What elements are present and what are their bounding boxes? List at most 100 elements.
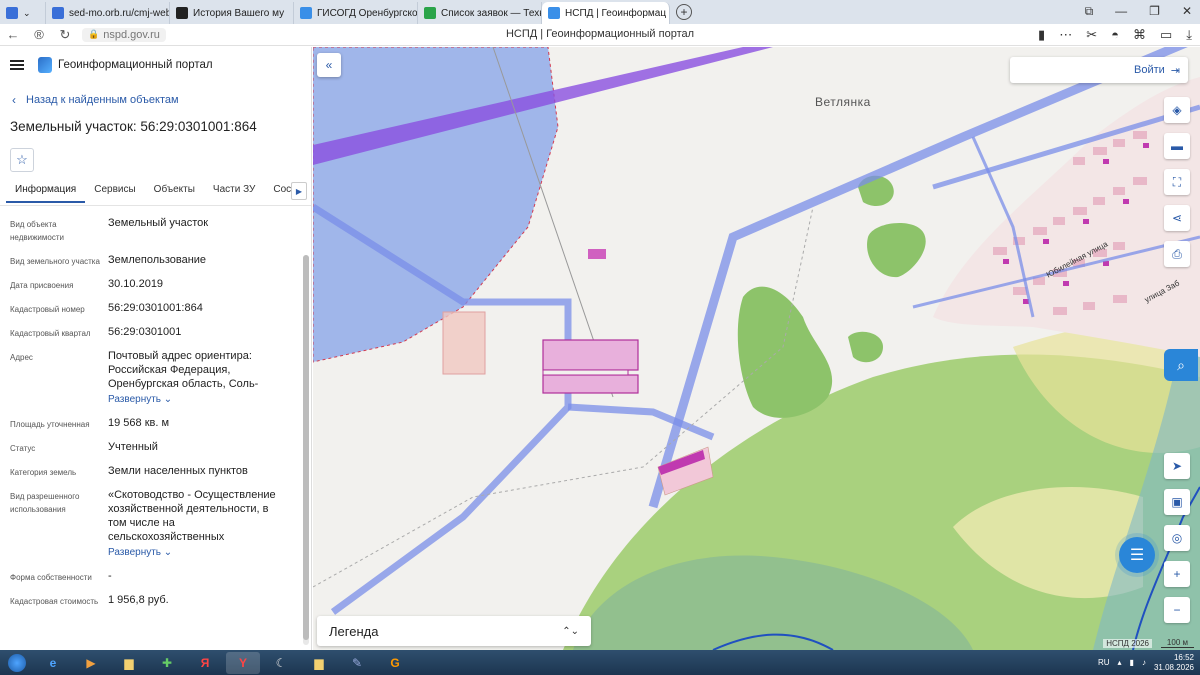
- map-zoom-controls: ➤ ▣ ◎ + −: [1164, 453, 1190, 623]
- extension-icon[interactable]: ✂: [1086, 27, 1097, 43]
- url-field[interactable]: 🔒 nspd.gov.ru: [82, 27, 166, 42]
- nspd-logo-icon: [38, 57, 52, 73]
- property-row: Кадастровый квартал 56:29:0301001: [0, 325, 311, 340]
- menu-icon[interactable]: [10, 60, 24, 70]
- property-value-wrap: 19 568 кв. м: [108, 416, 286, 431]
- property-value-wrap: Почтовый адрес ориентира: Российская Фед…: [108, 349, 286, 407]
- panel-scrollbar[interactable]: [303, 255, 309, 645]
- browser-tab[interactable]: ГИСОГД Оренбургской о: [294, 2, 418, 24]
- property-value: 56:29:0301001: [108, 326, 182, 338]
- property-value: Землепользование: [108, 254, 207, 266]
- yandex-browser-icon[interactable]: Y: [226, 651, 260, 674]
- browser-tab[interactable]: Список заявок — ТехноК: [418, 2, 542, 24]
- restore-icon[interactable]: ❐: [1149, 4, 1160, 19]
- tab-objects[interactable]: Объекты: [145, 184, 204, 201]
- property-value-wrap: Учтенный: [108, 440, 286, 455]
- ie-icon[interactable]: e: [36, 652, 70, 674]
- clock-time: 16:52: [1173, 652, 1194, 662]
- browser-tab-label: История Вашего му: [193, 7, 285, 19]
- back-to-results-link[interactable]: ‹ Назад к найденным объектам: [0, 93, 311, 107]
- browser-tab-active[interactable]: НСПД | Геоинформац ✕: [542, 2, 670, 24]
- lang-indicator[interactable]: RU: [1098, 658, 1110, 667]
- geolocation-icon[interactable]: ◎: [1164, 525, 1190, 551]
- bookmark-icon[interactable]: ▮: [1038, 27, 1045, 43]
- basemap-icon[interactable]: ▣: [1164, 489, 1190, 515]
- property-key: Вид разрешенного использования: [10, 492, 80, 514]
- property-value-wrap: 56:29:0301001: [108, 325, 286, 340]
- tab-parts[interactable]: Части ЗУ: [204, 184, 264, 201]
- search-panel-icon[interactable]: ⌕: [1164, 349, 1198, 381]
- property-row: Кадастровый номер 56:29:0301001:864: [0, 301, 311, 316]
- tray-chevron-icon[interactable]: ▴: [1118, 658, 1122, 667]
- browser-tab[interactable]: История Вашего му: [170, 2, 294, 24]
- url-text: nspd.gov.ru: [103, 28, 160, 41]
- folder-icon[interactable]: ▆: [302, 652, 336, 674]
- volume-icon[interactable]: ♪: [1142, 658, 1146, 667]
- tool-icon[interactable]: ✎: [340, 652, 374, 674]
- select-area-icon[interactable]: ⛶: [1164, 169, 1190, 195]
- share-icon[interactable]: ⋖: [1164, 205, 1190, 231]
- app-icon[interactable]: ✚: [150, 652, 184, 674]
- property-value: 56:29:0301001:864: [108, 302, 203, 314]
- window-icon[interactable]: ▭: [1160, 27, 1172, 43]
- zoom-out-icon[interactable]: −: [1164, 597, 1190, 623]
- scrollbar-thumb[interactable]: [303, 255, 309, 640]
- favorite-star-icon[interactable]: ☆: [10, 148, 34, 172]
- ruler-icon[interactable]: ▬: [1164, 133, 1190, 159]
- expand-link[interactable]: Развернуть ⌄: [108, 546, 172, 560]
- explorer-icon[interactable]: ▆: [112, 652, 146, 674]
- login-label: Войти: [1133, 64, 1165, 76]
- close-tab-icon[interactable]: ✕: [666, 7, 669, 20]
- property-row: Категория земель Земли населенных пунктов: [0, 464, 311, 479]
- property-value-wrap: «Скотоводство - Осуществление хозяйствен…: [108, 488, 286, 560]
- login-button[interactable]: Войти ⇥: [1010, 57, 1188, 83]
- media-player-icon[interactable]: ▶: [74, 652, 108, 674]
- browser-tab-label: Список заявок — ТехноК: [441, 7, 541, 19]
- locate-icon[interactable]: ➤: [1164, 453, 1190, 479]
- property-value-wrap: Земельный участок: [108, 216, 286, 244]
- browser-tab-strip: ⌄ sed-mo.orb.ru/cmj-web/? История Вашего…: [0, 0, 1200, 24]
- print-icon[interactable]: ⎙: [1164, 241, 1190, 267]
- start-button[interactable]: [2, 652, 32, 674]
- chevron-down-icon: ⌄: [23, 7, 31, 18]
- layers-icon[interactable]: ◈: [1164, 97, 1190, 123]
- back-arrow-icon[interactable]: ←: [0, 27, 26, 42]
- chat-icon[interactable]: ☰: [1119, 537, 1155, 573]
- property-row: Кадастровая стоимость 1 956,8 руб.: [0, 593, 311, 608]
- tabs-scroll-right-icon[interactable]: ▶: [291, 182, 307, 200]
- map-view[interactable]: Ветлянка Юбилейная улица улица Заб « Вой…: [313, 47, 1200, 650]
- network-icon[interactable]: ▮: [1130, 658, 1134, 667]
- minimize-icon[interactable]: —: [1115, 4, 1127, 19]
- g-app-icon[interactable]: G: [378, 652, 412, 674]
- close-window-icon[interactable]: ✕: [1182, 4, 1192, 19]
- tab-services[interactable]: Сервисы: [85, 184, 144, 201]
- hat-icon[interactable]: ◓: [1111, 27, 1119, 43]
- property-key: Дата присвоения: [10, 281, 74, 290]
- property-row: Вид разрешенного использования «Скотоводс…: [0, 488, 311, 560]
- legend-dropdown[interactable]: Легенда ⌃⌄: [317, 616, 591, 646]
- puzzle-icon[interactable]: ⌘: [1133, 27, 1146, 43]
- windows-logo-icon: [8, 653, 26, 672]
- browser-tab[interactable]: sed-mo.orb.ru/cmj-web/?: [46, 2, 170, 24]
- tab-information[interactable]: Информация: [6, 184, 86, 203]
- bat-icon[interactable]: ☾: [264, 652, 298, 674]
- collapse-panel-button[interactable]: «: [317, 53, 341, 77]
- download-icon[interactable]: ⤓: [1186, 27, 1192, 43]
- object-info-panel: Геоинформационный портал ‹ Назад к найде…: [0, 47, 312, 650]
- clock[interactable]: 16:52 31.08.2026: [1154, 653, 1194, 673]
- property-key: Вид объекта недвижимости: [10, 220, 64, 242]
- zoom-in-icon[interactable]: +: [1164, 561, 1190, 587]
- expand-link[interactable]: Развернуть ⌄: [108, 393, 172, 407]
- legend-label: Легенда: [329, 623, 379, 639]
- yandex-icon[interactable]: Я: [188, 652, 222, 674]
- tabs-icon[interactable]: ⧉: [1085, 4, 1094, 19]
- new-tab-button[interactable]: +: [676, 4, 692, 20]
- property-value-wrap: Землепользование: [108, 253, 286, 268]
- yandex-icon[interactable]: ®: [26, 27, 52, 42]
- vk-icon: [6, 7, 18, 19]
- more-icon[interactable]: ⋯: [1059, 27, 1072, 43]
- reload-icon[interactable]: ↻: [52, 27, 78, 43]
- tab-sidebar-toggle[interactable]: ⌄: [0, 2, 46, 24]
- map-canvas: [313, 47, 1200, 650]
- property-value: «Скотоводство - Осуществление хозяйствен…: [108, 489, 276, 543]
